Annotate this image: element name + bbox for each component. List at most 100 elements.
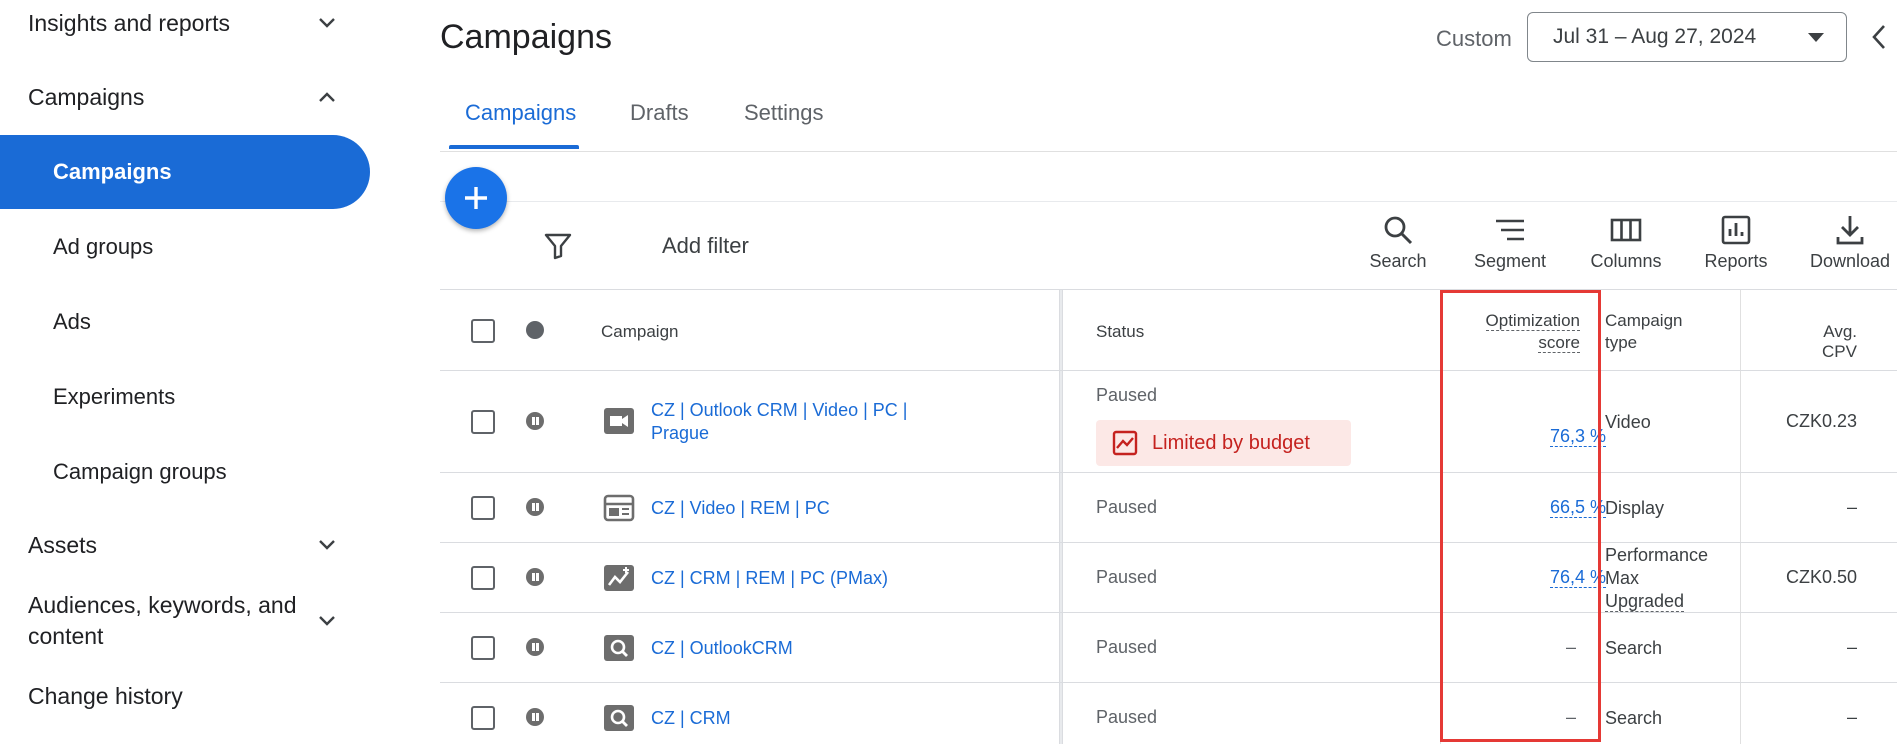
status-value: Paused [1096,567,1158,587]
header-avg-cpv[interactable]: Avg. CPV [1785,322,1857,362]
opt-score-value: 76,4 % [1549,567,1606,588]
nav-change-history[interactable]: Change history [28,681,348,711]
campaign-type-value: Performance Max Upgraded [1605,544,1708,613]
nav-campaigns-section[interactable]: Campaigns [28,82,348,112]
status-value: Paused [1096,637,1158,657]
header-opt-line1: Optimization [1485,311,1580,331]
status-filter-icon[interactable] [526,321,544,339]
row-divider [440,472,1897,473]
header-campaign[interactable]: Campaign [601,322,679,342]
collapse-panel-button[interactable] [1866,22,1892,52]
campaign-name-link[interactable]: CZ | CRM [651,707,941,730]
sidebar: Insights and reports Campaigns Campaigns… [0,0,380,744]
row-divider [440,370,1897,371]
nav-assets-label: Assets [28,531,98,558]
campaign-name-link[interactable]: CZ | Outlook CRM | Video | PC | Prague [651,399,941,445]
optimization-score-link[interactable]: 76,3 % [1549,426,1606,447]
download-button[interactable]: Download [1803,213,1897,272]
header-campaign-type[interactable]: Campaign type [1605,310,1683,354]
chevron-up-icon [314,84,340,110]
campaign-name-link[interactable]: CZ | CRM | REM | PC (PMax) [651,567,941,590]
download-icon [1836,216,1864,245]
header-type-line1: Campaign [1605,311,1683,330]
filter-icon[interactable] [543,231,573,261]
reports-button[interactable]: Reports [1686,213,1786,272]
nav-item-label: Ads [53,309,91,334]
nav-item-label: Campaigns [53,159,172,184]
paused-status-icon[interactable] [526,412,544,430]
optimization-score-empty: – [1566,707,1577,727]
search-button-label: Search [1369,251,1427,271]
status-value: Paused [1096,707,1158,727]
add-filter-button[interactable]: Add filter [662,233,749,259]
nav-item-campaign-groups[interactable]: Campaign groups [0,435,370,509]
nav-audiences-keywords-content[interactable]: Audiences, keywords, and content [28,590,348,652]
status-value: Paused [1096,385,1158,405]
optimization-score-link[interactable]: 66,5 % [1549,497,1606,518]
campaign-type-line2: Max [1605,568,1640,588]
nav-campaigns-label: Campaigns [28,83,145,110]
campaign-type-value: Display [1605,498,1665,518]
avg-cpv-value: – [1846,707,1857,727]
campaign-type-line1: Performance [1605,545,1709,565]
column-resize-handle[interactable] [1059,290,1063,744]
nav-item-label: Ad groups [53,234,154,259]
search-icon [1384,216,1413,245]
campaign-type-value: Search [1605,708,1663,728]
campaign-name-link[interactable]: CZ | OutlookCRM [651,637,941,660]
optimization-score-link[interactable]: 76,4 % [1549,567,1606,588]
nav-assets[interactable]: Assets [28,530,348,560]
row-divider [440,612,1897,613]
video-icon [604,408,634,434]
column-divider [1740,290,1741,744]
page-title: Campaigns [440,18,612,56]
row-checkbox[interactable] [471,410,495,434]
header-opt-line2: score [1538,333,1580,353]
display-icon [603,494,635,522]
nav-change-history-label: Change history [28,682,183,709]
tab-settings[interactable]: Settings [744,100,824,126]
tab-campaigns[interactable]: Campaigns [465,100,576,126]
row-checkbox[interactable] [471,636,495,660]
search-campaign-icon [604,705,634,731]
header-optimization-score[interactable]: Optimization score [1440,310,1580,354]
select-all-checkbox[interactable] [471,319,495,343]
columns-button[interactable]: Columns [1576,213,1676,272]
chevron-down-icon [314,608,340,634]
create-campaign-button[interactable] [445,167,507,229]
column-divider [1440,290,1441,744]
row-checkbox[interactable] [471,566,495,590]
paused-status-icon[interactable] [526,638,544,656]
plus-icon [465,187,487,209]
paused-status-icon[interactable] [526,568,544,586]
row-checkbox[interactable] [471,496,495,520]
row-checkbox[interactable] [471,706,495,730]
segment-icon [1496,219,1524,241]
budget-chip-label: Limited by budget [1152,431,1310,454]
tab-drafts[interactable]: Drafts [630,100,689,126]
segment-button[interactable]: Segment [1460,213,1560,272]
segment-button-label: Segment [1473,251,1547,271]
limited-by-budget-chip[interactable]: Limited by budget [1096,420,1351,466]
chevron-left-icon [1872,25,1885,49]
campaigns-table: Campaign Status Optimization score Campa… [440,290,1897,744]
nav-item-ads[interactable]: Ads [0,285,370,359]
nav-item-ad-groups[interactable]: Ad groups [0,210,370,284]
campaign-type-line3[interactable]: Upgraded [1605,591,1685,612]
nav-item-campaigns[interactable]: Campaigns [0,135,370,209]
paused-status-icon[interactable] [526,708,544,726]
date-range-value: Jul 31 – Aug 27, 2024 [1553,25,1757,48]
campaign-name-link[interactable]: CZ | Video | REM | PC [651,497,941,520]
columns-icon [1610,218,1642,242]
header-status[interactable]: Status [1096,322,1144,342]
nav-insights-and-reports[interactable]: Insights and reports [28,8,348,38]
search-button[interactable]: Search [1348,213,1448,272]
reports-icon [1721,215,1751,245]
nav-item-experiments[interactable]: Experiments [0,360,370,434]
nav-insights-label: Insights and reports [28,9,231,36]
header-type-line2: type [1605,333,1638,352]
status-value: Paused [1096,497,1158,517]
date-range-picker[interactable]: Jul 31 – Aug 27, 2024 [1527,12,1847,62]
tabs-divider [440,151,1897,152]
paused-status-icon[interactable] [526,498,544,516]
